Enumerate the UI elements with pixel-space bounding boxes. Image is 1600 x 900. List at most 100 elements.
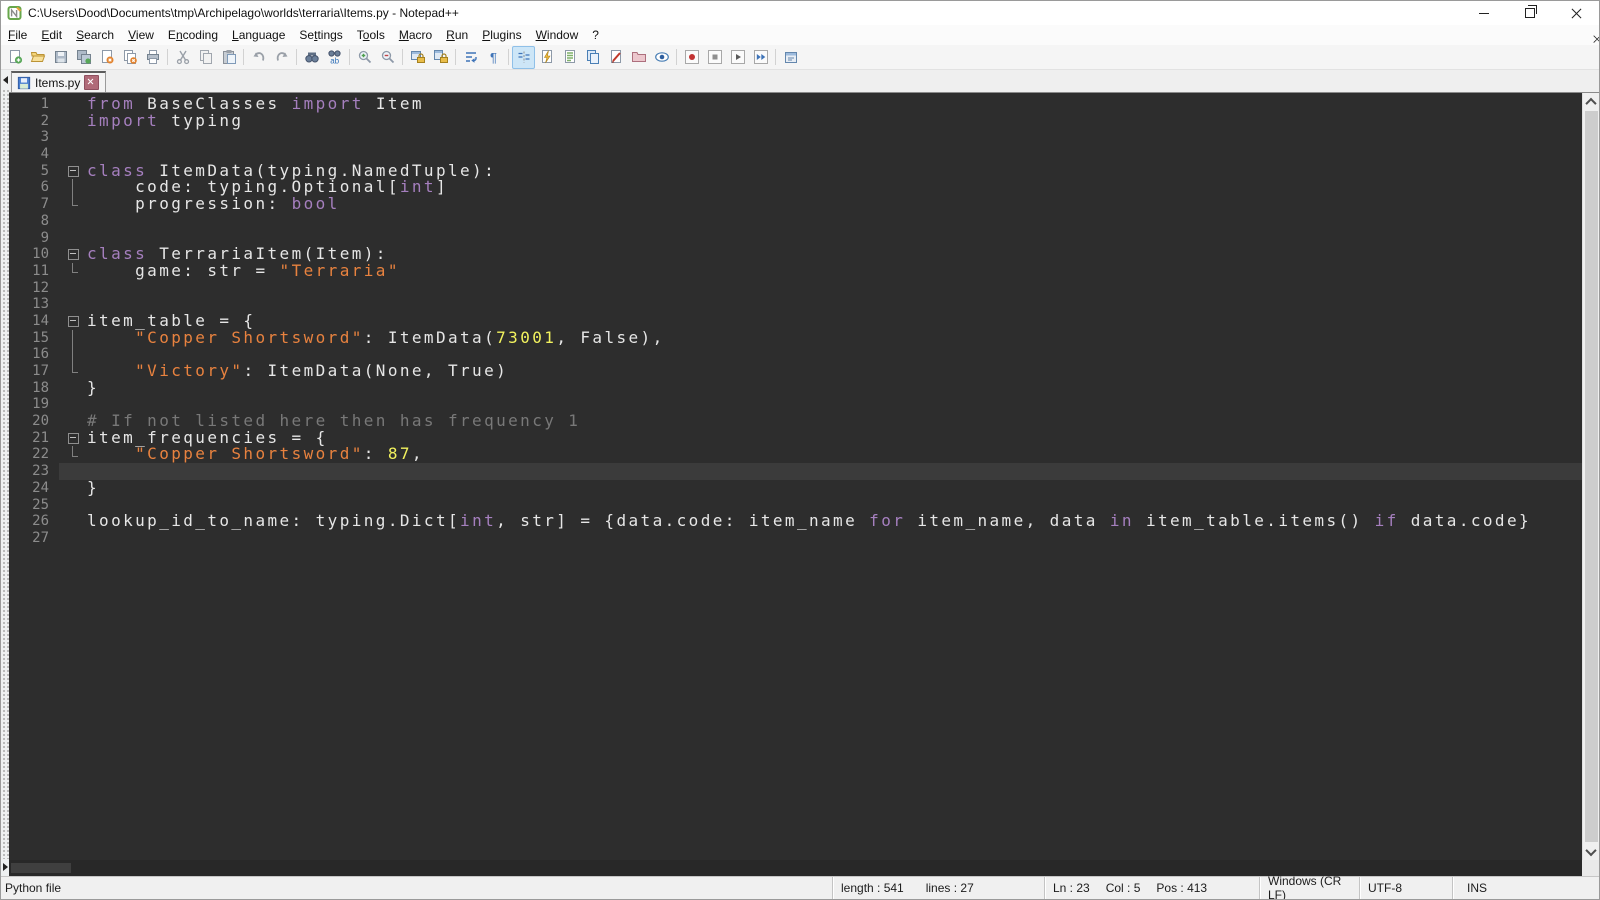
menu-item-run[interactable]: Run xyxy=(439,26,475,44)
fold-collapse-icon[interactable] xyxy=(68,433,79,444)
close-all-button[interactable] xyxy=(118,46,141,69)
fold-margin-collapse[interactable] xyxy=(59,246,87,263)
code-lines: 1from BaseClasses import Item2import typ… xyxy=(9,96,1582,547)
menu-item-tools[interactable]: Tools xyxy=(350,26,392,44)
code-line[interactable]: 22 "Copper Shortsword": 87, xyxy=(9,446,1582,463)
code-line[interactable]: 2import typing xyxy=(9,113,1582,130)
code-line[interactable]: 12 xyxy=(9,280,1582,297)
replace-button[interactable]: ab xyxy=(323,46,346,69)
zoom-out-button[interactable] xyxy=(376,46,399,69)
project-folder-button[interactable] xyxy=(627,46,650,69)
code-line[interactable]: 8 xyxy=(9,213,1582,230)
minimize-button[interactable] xyxy=(1461,1,1507,25)
document-map-button[interactable] xyxy=(558,46,581,69)
macro-stop-button[interactable] xyxy=(703,46,726,69)
code-editor[interactable]: 1from BaseClasses import Item2import typ… xyxy=(9,93,1582,860)
scroll-down-button[interactable] xyxy=(1583,843,1599,860)
status-typing-mode[interactable]: INS xyxy=(1452,877,1599,899)
menu-item-plugins[interactable]: Plugins xyxy=(475,26,528,44)
horizontal-scrollbar-thumb[interactable] xyxy=(11,863,71,873)
cut-button[interactable] xyxy=(171,46,194,69)
indent-guide-button[interactable] xyxy=(512,46,535,69)
code-line[interactable]: 3 xyxy=(9,129,1582,146)
function-list-button[interactable] xyxy=(535,46,558,69)
main-area: Items.py 1from BaseClasses import Item2i… xyxy=(1,70,1599,876)
macro-run-multiple-button[interactable] xyxy=(749,46,772,69)
menu-item-search[interactable]: Search xyxy=(69,26,121,44)
menu-item-settings[interactable]: Settings xyxy=(292,26,349,44)
vertical-scrollbar[interactable] xyxy=(1582,93,1599,860)
fold-collapse-icon[interactable] xyxy=(68,166,79,177)
menu-item-encoding[interactable]: Encoding xyxy=(161,26,225,44)
tab-close-icon[interactable] xyxy=(84,75,99,90)
code-line[interactable]: 18} xyxy=(9,380,1582,397)
fold-margin-collapse[interactable] xyxy=(59,313,87,330)
redo-button[interactable] xyxy=(270,46,293,69)
undo-button[interactable] xyxy=(247,46,270,69)
restore-button[interactable] xyxy=(1507,1,1553,25)
vertical-scrollbar-thumb[interactable] xyxy=(1585,111,1598,842)
menu-item-view[interactable]: View xyxy=(121,26,161,44)
save-button[interactable] xyxy=(49,46,72,69)
menu-item-macro[interactable]: Macro xyxy=(392,26,439,44)
code-line[interactable]: 27 xyxy=(9,530,1582,547)
close-icon xyxy=(99,49,115,65)
dock-splitter[interactable] xyxy=(1,70,9,876)
sync-vertical-button[interactable] xyxy=(406,46,429,69)
splitter-expand-icon[interactable] xyxy=(3,863,8,871)
code-line[interactable]: 26lookup_id_to_name: typing.Dict[int, st… xyxy=(9,513,1582,530)
fold-collapse-icon[interactable] xyxy=(68,249,79,260)
open-folder-button[interactable] xyxy=(26,46,49,69)
code-line[interactable]: 17 "Victory": ItemData(None, True) xyxy=(9,363,1582,380)
code-line[interactable]: 24} xyxy=(9,480,1582,497)
fold-margin xyxy=(59,413,87,430)
code-line[interactable]: 7 progression: bool xyxy=(9,196,1582,213)
status-encoding[interactable]: UTF-8 xyxy=(1359,877,1452,899)
find-button[interactable] xyxy=(300,46,323,69)
menu-item-language[interactable]: Language xyxy=(225,26,292,44)
code-line[interactable]: 23 xyxy=(9,463,1582,480)
document-list-button[interactable] xyxy=(581,46,604,69)
fold-margin-collapse[interactable] xyxy=(59,430,87,447)
splitter-grip[interactable] xyxy=(1,88,9,859)
macro-record-button[interactable] xyxy=(680,46,703,69)
tab-items-py[interactable]: Items.py xyxy=(11,71,106,92)
sync-horizontal-icon xyxy=(433,49,449,65)
open-folder-icon xyxy=(30,49,46,65)
save-all-button[interactable] xyxy=(72,46,95,69)
macro-save-icon xyxy=(783,49,799,65)
macro-record-icon xyxy=(684,49,700,65)
word-wrap-button[interactable] xyxy=(459,46,482,69)
copy-button[interactable] xyxy=(194,46,217,69)
scroll-up-button[interactable] xyxy=(1583,93,1599,110)
macro-play-button[interactable] xyxy=(726,46,749,69)
fold-collapse-icon[interactable] xyxy=(68,316,79,327)
splitter-collapse-icon[interactable] xyxy=(3,76,8,84)
code-line[interactable]: 1from BaseClasses import Item xyxy=(9,96,1582,113)
edit-pen-button[interactable] xyxy=(604,46,627,69)
sync-horizontal-button[interactable] xyxy=(429,46,452,69)
show-all-characters-button[interactable]: ¶ xyxy=(482,46,505,69)
close-button[interactable] xyxy=(1553,1,1599,25)
fold-margin xyxy=(59,363,87,380)
close-button[interactable] xyxy=(95,46,118,69)
macro-run-multiple-icon xyxy=(753,49,769,65)
code-line[interactable]: 11 game: str = "Terraria" xyxy=(9,263,1582,280)
menu-item-file[interactable]: File xyxy=(1,26,34,44)
zoom-in-button[interactable] xyxy=(353,46,376,69)
macro-play-icon xyxy=(730,49,746,65)
new-file-button[interactable] xyxy=(3,46,26,69)
paste-button[interactable] xyxy=(217,46,240,69)
cut-icon xyxy=(175,49,191,65)
macro-save-button[interactable] xyxy=(779,46,802,69)
fold-margin-collapse[interactable] xyxy=(59,163,87,180)
view-eye-button[interactable] xyxy=(650,46,673,69)
status-eol-format[interactable]: Windows (CR LF) xyxy=(1259,877,1359,899)
horizontal-scrollbar[interactable] xyxy=(9,860,1582,876)
print-button[interactable] xyxy=(141,46,164,69)
menu-item-window[interactable]: Window xyxy=(529,26,586,44)
line-number: 25 xyxy=(9,497,59,514)
menu-item-help[interactable]: ? xyxy=(585,26,606,44)
menu-item-edit[interactable]: Edit xyxy=(34,26,69,44)
code-line[interactable]: 15 "Copper Shortsword": ItemData(73001, … xyxy=(9,330,1582,347)
